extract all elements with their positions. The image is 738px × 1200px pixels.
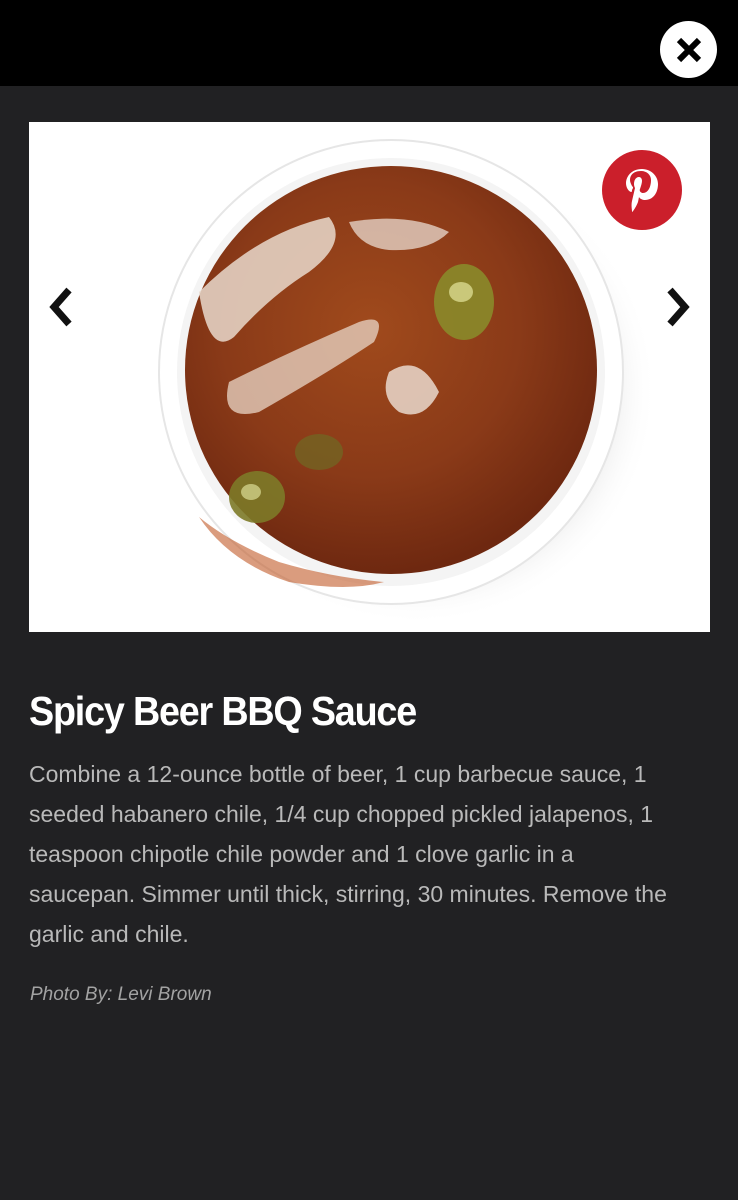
close-icon [676,37,701,62]
slide-title: Spicy Beer BBQ Sauce [29,688,417,734]
chevron-right-icon [667,287,690,327]
next-slide-button[interactable] [658,282,698,332]
photo-credit: Photo By: Levi Brown [30,984,212,1005]
chevron-left-icon [49,287,72,327]
pinterest-icon [626,169,658,212]
slide-description: Combine a 12-ounce bottle of beer, 1 cup… [29,761,667,947]
slide-image [29,122,710,632]
top-bar [0,0,738,86]
pinterest-button[interactable] [602,150,682,230]
close-button[interactable] [660,21,717,78]
previous-slide-button[interactable] [41,282,81,332]
